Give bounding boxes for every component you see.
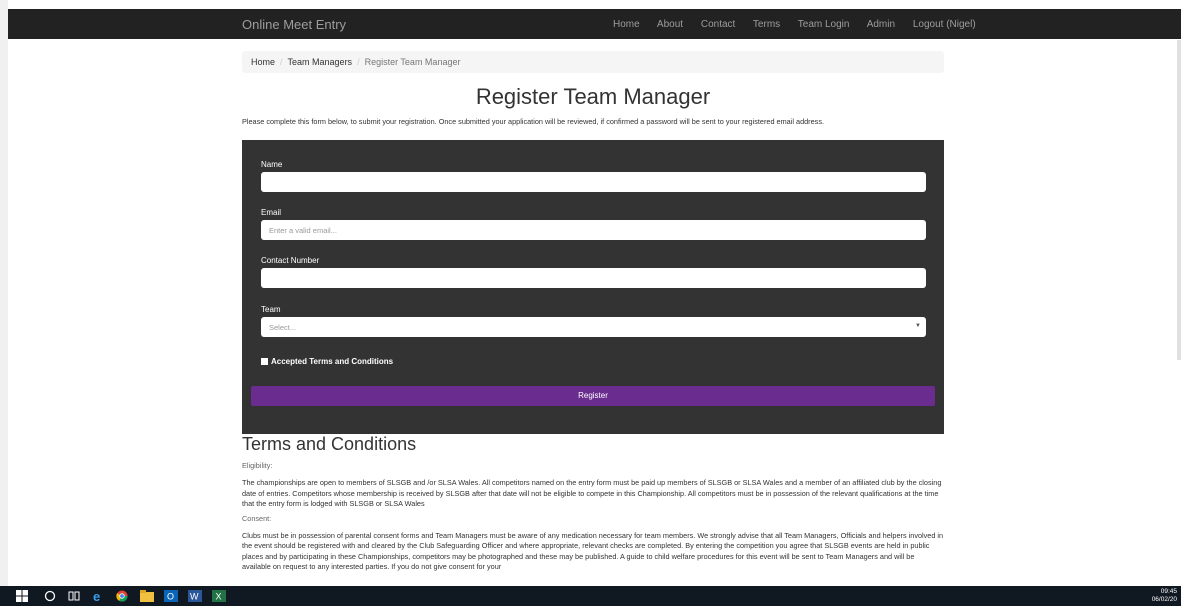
email-label: Email [261,208,282,217]
terms-checkbox-row[interactable]: Accepted Terms and Conditions [261,357,393,366]
terms-heading: Terms and Conditions [242,434,417,454]
breadcrumb: Home / Team Managers / Register Team Manager [242,51,944,73]
screen: Online Meet Entry Home About Contact Ter… [0,0,1181,606]
edge-icon[interactable]: e [92,590,106,602]
svg-text:W: W [190,592,199,602]
intro-text: Please complete this form below, to subm… [242,117,824,126]
breadcrumb-team-managers[interactable]: Team Managers [288,57,353,67]
nav-about[interactable]: About [657,19,683,30]
svg-text:X: X [216,592,222,602]
registration-form: Name Email Enter a valid email... Contac… [242,140,944,434]
chevron-down-icon: ▼ [915,323,921,329]
file-explorer-icon[interactable] [140,590,154,602]
team-label: Team [261,305,281,314]
task-view-icon[interactable] [68,590,80,602]
consent-text: Clubs must be in possession of parental … [242,530,944,572]
terms-checkbox-label: Accepted Terms and Conditions [271,357,394,366]
nav-team-login[interactable]: Team Login [798,19,850,30]
eligibility-heading: Eligibility: [242,461,273,470]
breadcrumb-separator: / [280,57,283,67]
system-clock[interactable]: 09:45 06/02/20 [1152,588,1177,604]
window-edge [0,0,8,586]
name-input[interactable] [261,172,926,192]
terms-checkbox[interactable] [261,358,268,365]
contact-input[interactable] [261,268,926,288]
page-scrollbar[interactable] [1177,40,1181,360]
breadcrumb-home[interactable]: Home [251,57,275,67]
svg-text:e: e [93,590,100,602]
page-title: Register Team Manager [475,84,711,109]
windows-start-icon[interactable] [16,590,28,602]
email-input[interactable]: Enter a valid email... [261,220,926,240]
name-label: Name [261,160,283,169]
team-select-value: Select... [269,323,297,332]
nav-logout[interactable]: Logout (Nigel) [913,19,976,30]
top-navbar: Online Meet Entry Home About Contact Ter… [8,9,1181,39]
nav-terms[interactable]: Terms [753,19,780,30]
consent-heading: Consent: [242,513,272,523]
nav-home[interactable]: Home [613,19,640,30]
brand-link[interactable]: Online Meet Entry [242,17,346,32]
outlook-icon[interactable]: O [164,590,178,602]
clock-time: 09:45 [1160,588,1177,595]
nav-links: Home About Contact Terms Team Login Admi… [613,19,991,30]
windows-taskbar: e O W X 09:45 06/02/20 [0,586,1181,606]
clock-date: 06/02/20 [1151,596,1177,603]
excel-icon[interactable]: X [212,590,226,602]
nav-contact[interactable]: Contact [701,19,735,30]
eligibility-text: The championships are open to members of… [242,478,942,508]
search-icon[interactable] [44,590,56,602]
svg-text:O: O [167,592,174,602]
register-button[interactable]: Register [251,386,935,406]
chrome-icon[interactable] [116,590,128,602]
contact-label: Contact Number [261,256,320,265]
breadcrumb-separator: / [357,57,360,67]
team-select[interactable]: Select... ▼ [261,317,926,337]
terms-section: Terms and Conditions Eligibility: The ch… [242,434,944,577]
word-icon[interactable]: W [188,590,202,602]
nav-admin[interactable]: Admin [867,19,895,30]
breadcrumb-current: Register Team Manager [364,57,461,67]
